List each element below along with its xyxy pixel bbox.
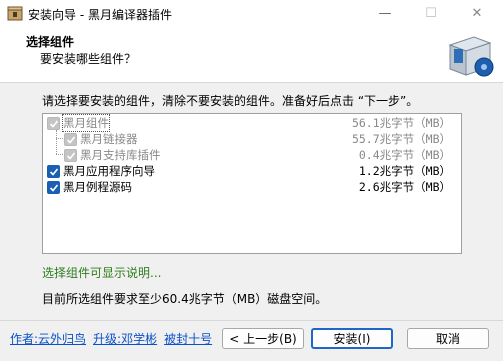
maximize-button[interactable]: ☐: [408, 0, 454, 27]
maximize-icon: ☐: [425, 6, 437, 21]
component-label: 黑月例程源码: [63, 180, 132, 194]
page-subtitle: 要安装哪些组件？: [40, 52, 137, 66]
component-list[interactable]: 黑月组件 56.1兆字节（MB） 黑月链接器 55.7兆字节（MB） 黑月支持库…: [42, 113, 462, 254]
component-row-lib-plugin[interactable]: 黑月支持库插件 0.4兆字节（MB）: [43, 147, 461, 163]
component-checkbox[interactable]: [47, 165, 60, 178]
component-label: 黑月支持库插件: [80, 148, 161, 162]
component-row-linker[interactable]: 黑月链接器 55.7兆字节（MB）: [43, 131, 461, 147]
close-icon: ✕: [471, 6, 483, 21]
component-checkbox[interactable]: [47, 181, 60, 194]
component-label: 黑月组件: [62, 114, 110, 132]
component-size: 2.6兆字节（MB）: [358, 180, 451, 194]
component-label: 黑月链接器: [80, 132, 138, 146]
component-checkbox[interactable]: [64, 149, 77, 162]
component-row-heiyue[interactable]: 黑月组件 56.1兆字节（MB）: [43, 114, 461, 132]
back-button[interactable]: < 上一步(B): [222, 328, 304, 349]
component-size: 1.2兆字节（MB）: [358, 164, 451, 178]
component-description: 选择组件可显示说明...: [42, 266, 162, 280]
component-label: 黑月应用程序向导: [63, 164, 155, 178]
component-row-app-wizard[interactable]: 黑月应用程序向导 1.2兆字节（MB）: [43, 163, 461, 179]
component-row-sample-code[interactable]: 黑月例程源码 2.6兆字节（MB）: [43, 179, 461, 195]
component-checkbox[interactable]: [64, 133, 77, 146]
component-size: 56.1兆字节（MB）: [351, 116, 451, 130]
minimize-icon: —: [378, 6, 392, 21]
component-checkbox[interactable]: [47, 117, 60, 130]
title-bar: 安装向导 - 黑月编译器插件 — ☐ ✕: [0, 0, 503, 27]
author-link[interactable]: 作者:云外归鸟: [10, 332, 86, 346]
instruction-text: 请选择要安装的组件，清除不要安装的组件。准备好后点击 “下一步”。: [42, 94, 419, 108]
credits-links: 作者:云外归鸟 升级:邓学彬 被封十号: [10, 330, 212, 347]
packager-link[interactable]: 被封十号: [164, 332, 212, 346]
wizard-header: 选择组件 要安装哪些组件？: [0, 27, 503, 83]
page-title: 选择组件: [26, 35, 75, 49]
upgrade-link[interactable]: 升级:邓学彬: [93, 332, 157, 346]
minimize-button[interactable]: —: [362, 0, 408, 27]
install-button[interactable]: 安装(I): [311, 328, 393, 349]
installer-box-icon: [448, 36, 494, 77]
window-title: 安装向导 - 黑月编译器插件: [28, 8, 172, 22]
installer-app-icon: [7, 6, 23, 21]
footer-divider: [0, 320, 503, 321]
close-button[interactable]: ✕: [454, 0, 500, 27]
disk-space-text: 目前所选组件要求至少60.4兆字节（MB）磁盘空间。: [42, 292, 328, 306]
cancel-button[interactable]: 取消: [407, 328, 489, 349]
component-size: 55.7兆字节（MB）: [351, 132, 451, 146]
component-size: 0.4兆字节（MB）: [358, 148, 451, 162]
